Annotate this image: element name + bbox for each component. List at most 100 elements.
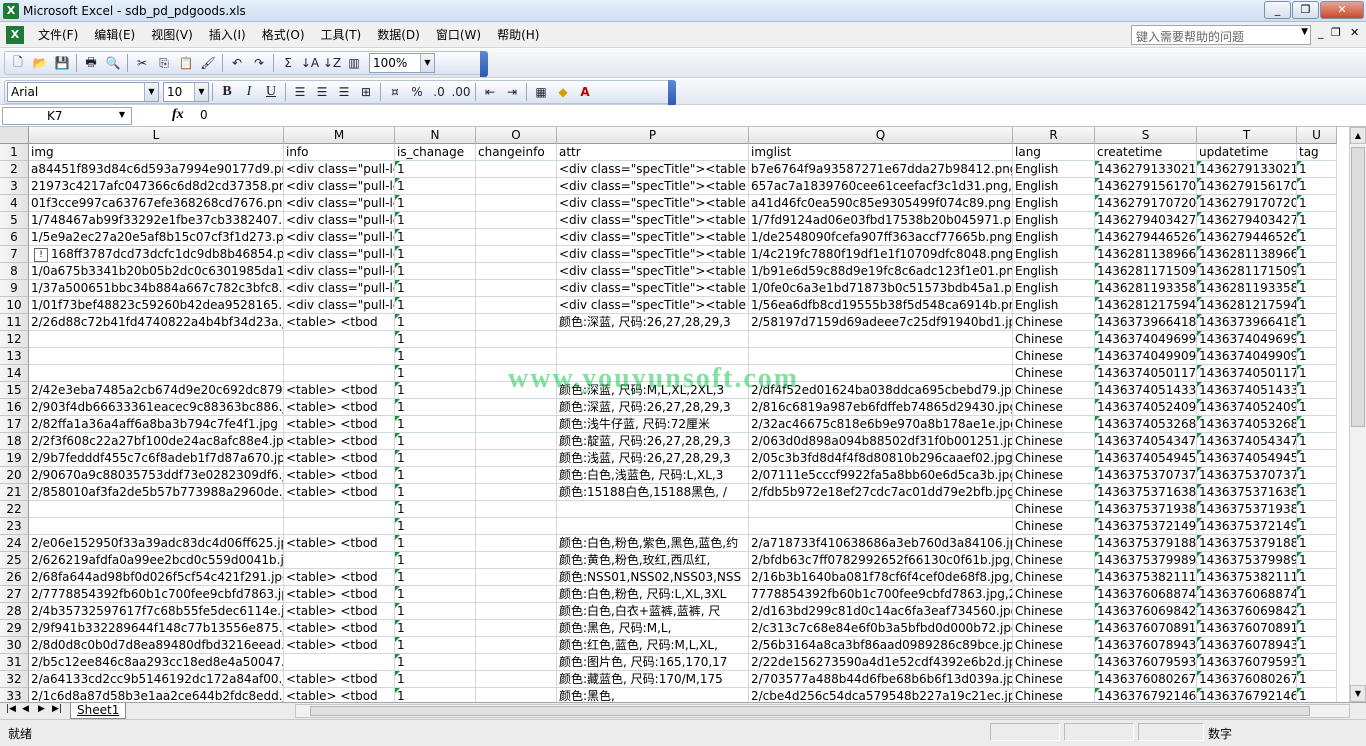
cell-createtime[interactable]: 1436374050117 [1095,365,1197,382]
row-header[interactable]: 2 [0,161,29,178]
cell-updatetime[interactable]: 1436374049699 [1197,331,1297,348]
cell-imglist[interactable]: 1/4c219fc7880f19df1e1f10709dfc8048.png,1… [749,246,1013,263]
cell-tag[interactable]: 1 [1297,450,1337,467]
chevron-down-icon[interactable]: ▼ [144,83,158,101]
cell-info[interactable] [284,552,395,569]
cell-updatetime[interactable]: 1436376069842 [1197,603,1297,620]
cell-changeinfo[interactable] [476,450,557,467]
cell-tag[interactable]: tag [1297,144,1337,161]
cell-updatetime[interactable]: 1436281171509 [1197,263,1297,280]
cell-changeinfo[interactable] [476,552,557,569]
cell-is-chanage[interactable]: 1 [395,331,476,348]
cell-is-chanage[interactable]: 1 [395,212,476,229]
cell-lang[interactable]: Chinese [1013,501,1095,518]
row-header[interactable]: 13 [0,348,29,365]
menu-edit[interactable]: 编辑(E) [86,24,143,45]
row-header[interactable]: 1 [0,144,29,161]
cell-is-chanage[interactable]: 1 [395,365,476,382]
cell-lang[interactable]: Chinese [1013,484,1095,501]
cell-img[interactable]: 2/903f4db66633361eacec9c88363bc886.jpg [29,399,284,416]
cell-is-chanage[interactable]: 1 [395,314,476,331]
cell-tag[interactable]: 1 [1297,348,1337,365]
cell-attr[interactable]: <div class="specTitle"><table cla [557,229,749,246]
cell-changeinfo[interactable] [476,382,557,399]
cell-createtime[interactable]: 1436281138966 [1095,246,1197,263]
cell-is-chanage[interactable]: 1 [395,654,476,671]
formula-input[interactable]: 0 [200,108,208,122]
cell-lang[interactable]: English [1013,280,1095,297]
save-icon[interactable]: 💾 [51,53,73,73]
cell-updatetime[interactable]: 1436373966418 [1197,314,1297,331]
maximize-button[interactable]: ❐ [1292,1,1319,19]
cell-imglist[interactable]: a41d46fc0ea590c85e9305499f074c89.png,5de [749,195,1013,212]
cell-img[interactable]: 2/42e3eba7485a2cb674d9e20c692dc879.jpg [29,382,284,399]
chevron-down-icon[interactable]: ▼ [1301,27,1308,37]
sort-ascending-icon[interactable]: ↓A [299,53,321,73]
cell-is-chanage[interactable]: 1 [395,382,476,399]
cell-is-chanage[interactable]: 1 [395,416,476,433]
cell-info[interactable]: <table> <tbod [284,467,395,484]
cell-changeinfo[interactable] [476,178,557,195]
redo-icon[interactable]: ↷ [248,53,270,73]
cell-img[interactable]: a84451f893d84c6d593a7994e90177d9.png [29,161,284,178]
cell-changeinfo[interactable]: changeinfo [476,144,557,161]
cell-updatetime[interactable]: 1436376792146 [1197,688,1297,702]
cell-is-chanage[interactable]: 1 [395,671,476,688]
cell-is-chanage[interactable]: 1 [395,450,476,467]
cell-img[interactable]: 01f3cce997ca63767efe368268cd7676.png [29,195,284,212]
cell-changeinfo[interactable] [476,671,557,688]
menu-window[interactable]: 窗口(W) [428,24,489,45]
cell-changeinfo[interactable] [476,467,557,484]
cell-img[interactable] [29,518,284,535]
cell-updatetime[interactable]: 1436375372149 [1197,518,1297,535]
cell-updatetime[interactable]: 1436279156170 [1197,178,1297,195]
cell-img[interactable]: img [29,144,284,161]
cell-img[interactable]: 2/68fa644ad98bf0d026f5cf54c421f291.jpg [29,569,284,586]
cell-tag[interactable]: 1 [1297,586,1337,603]
cell-img[interactable]: 1/748467ab99f33292e1fbe37cb3382407.png [29,212,284,229]
row-header[interactable]: 31 [0,654,29,671]
percent-button[interactable]: % [406,82,428,102]
cell-updatetime[interactable]: 1436375371938 [1197,501,1297,518]
cell-createtime[interactable]: 1436375371638 [1095,484,1197,501]
cell-changeinfo[interactable] [476,161,557,178]
cell-changeinfo[interactable] [476,620,557,637]
cell-imglist[interactable]: 657ac7a1839760cee61ceefacf3c1d31.png,df5 [749,178,1013,195]
menu-data[interactable]: 数据(D) [369,24,428,45]
cell-is-chanage[interactable]: 1 [395,484,476,501]
row-header[interactable]: 9 [0,280,29,297]
cell-img[interactable]: 2/8d0d8c0b0d7d8ea89480dfbd3216eead.jpg [29,637,284,654]
cell-info[interactable]: <table> <tbod [284,620,395,637]
row-header[interactable]: 29 [0,620,29,637]
menu-insert[interactable]: 插入(I) [201,24,254,45]
cell-info[interactable]: <div class="pull-lef [284,246,395,263]
cell-imglist[interactable]: 2/07111e5cccf9922fa5a8bb60e6d5ca3b.jpg,2… [749,467,1013,484]
cell-createtime[interactable]: 1436374052409 [1095,399,1197,416]
cell-changeinfo[interactable] [476,399,557,416]
cell-info[interactable]: <div class="pull-lef [284,229,395,246]
cell-img[interactable]: 2/9b7fedddf455c7c6f8adeb1f7d87a670.jpg [29,450,284,467]
cell-imglist[interactable]: 2/fdb5b972e18ef27cdc7ac01dd79e2bfb.jpg,2… [749,484,1013,501]
column-header-r[interactable]: R [1013,127,1095,144]
menu-view[interactable]: 视图(V) [143,24,201,45]
cell-createtime[interactable]: 1436375372149 [1095,518,1197,535]
underline-button[interactable]: U [260,82,282,102]
cell-changeinfo[interactable] [476,484,557,501]
cell-createtime[interactable]: 1436279170720 [1095,195,1197,212]
column-header-u[interactable]: U [1297,127,1337,144]
row-header[interactable]: 4 [0,195,29,212]
decrease-decimal-icon[interactable]: .00 [450,82,472,102]
scroll-up-icon[interactable]: ▲ [1350,127,1366,144]
cell-createtime[interactable]: 1436375382111 [1095,569,1197,586]
row-header[interactable]: 18 [0,433,29,450]
cell-tag[interactable]: 1 [1297,433,1337,450]
cell-info[interactable] [284,365,395,382]
cell-attr[interactable]: <div class="specTitle"><table cla [557,297,749,314]
horizontal-scrollbar[interactable] [295,704,1350,718]
cell-imglist[interactable]: b7e6764f9a93587271e67dda27b98412.png,7c [749,161,1013,178]
cell-changeinfo[interactable] [476,637,557,654]
cell-attr[interactable]: attr [557,144,749,161]
cell-imglist[interactable]: imglist [749,144,1013,161]
column-header-m[interactable]: M [284,127,395,144]
column-header-l[interactable]: L [29,127,284,144]
